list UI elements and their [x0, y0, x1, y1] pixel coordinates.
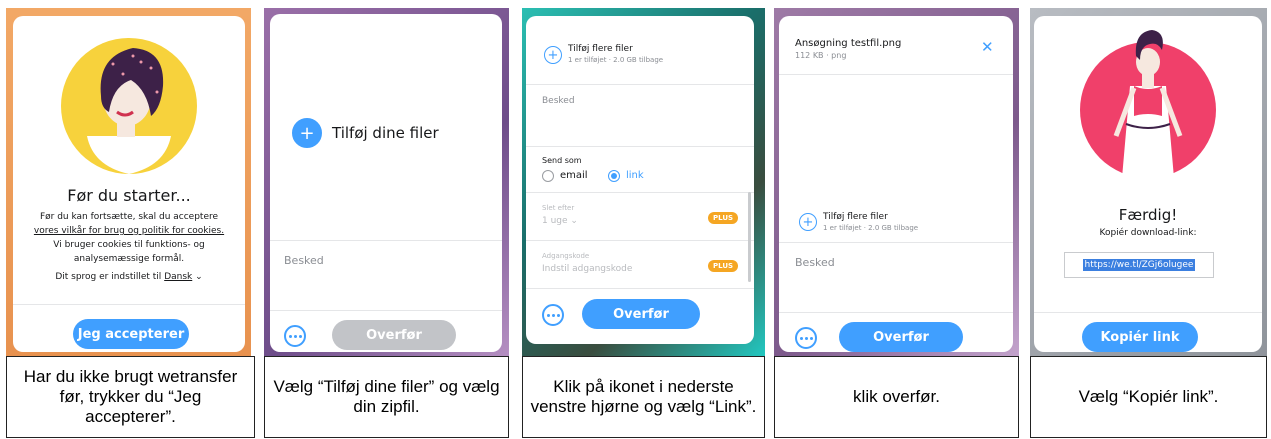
chevron-down-icon[interactable]: ⌄ [195, 272, 203, 282]
password-input[interactable]: Indstil adgangskode [542, 264, 632, 274]
woman-illustration [61, 38, 197, 174]
scrollbar[interactable] [748, 192, 751, 282]
copy-link-button[interactable]: Kopiér link [1082, 322, 1198, 352]
divider [270, 310, 502, 311]
divider [1034, 312, 1262, 313]
divider [779, 74, 1013, 75]
send-as-label: Send som [542, 156, 582, 165]
divider [526, 240, 754, 241]
radio-email-label[interactable]: email [560, 170, 588, 181]
transfer-button[interactable]: Overfør [839, 322, 963, 352]
expires-select[interactable]: 1 uge ⌄ [542, 216, 578, 226]
radio-email[interactable] [542, 170, 554, 182]
panel-file-added: Ansøgning testfil.png 112 KB · png ✕ + T… [774, 8, 1019, 356]
add-files-label[interactable]: Tilføj dine filer [332, 124, 439, 142]
radio-link[interactable] [608, 170, 620, 182]
caption-4: klik overfør. [774, 356, 1019, 438]
expires-label: Slet efter [542, 204, 575, 212]
language-link[interactable]: Dansk [164, 272, 192, 282]
chevron-down-icon[interactable]: ⌄ [570, 216, 578, 226]
download-link-field[interactable]: https://we.tl/ZGj6olugee [1064, 252, 1214, 278]
woman-illustration [1080, 30, 1216, 178]
plus-badge: PLUS [708, 212, 739, 224]
consent-title: Før du starter... [67, 186, 191, 205]
consent-line: Før du kan fortsætte, skal du acceptere [39, 212, 219, 222]
message-field[interactable]: Besked [284, 254, 324, 267]
divider [526, 288, 754, 289]
divider [270, 240, 502, 241]
remove-file-icon[interactable]: ✕ [981, 38, 994, 56]
accept-button[interactable]: Jeg accepterer [73, 319, 189, 349]
language-prefix: Dit sprog er indstillet til [55, 272, 162, 282]
panel-add-files: + Tilføj dine filer Besked Overfør [264, 8, 509, 356]
add-more-label[interactable]: Tilføj flere filer [823, 212, 888, 222]
panel-done: Færdig! Kopiér download-link: https://we… [1030, 8, 1267, 356]
done-subtitle: Kopiér download-link: [1099, 228, 1197, 238]
add-more-icon[interactable]: + [544, 46, 562, 64]
transfer-button[interactable]: Overfør [332, 320, 456, 350]
plus-badge: PLUS [708, 260, 739, 272]
divider [526, 146, 754, 147]
language-setting: Dit sprog er indstillet til Dansk ⌄ [13, 272, 245, 282]
consent-line: Vi bruger cookies til funktions- og [53, 240, 205, 250]
divider [13, 304, 245, 305]
caption-1: Har du ikke brugt wetransfer før, trykke… [6, 356, 255, 438]
consent-text: Før du kan fortsætte, skal du acceptere … [13, 210, 245, 266]
divider [779, 312, 1013, 313]
file-meta: 112 KB · png [795, 51, 847, 60]
upload-card: Ansøgning testfil.png 112 KB · png ✕ + T… [779, 16, 1013, 352]
divider [779, 242, 1013, 243]
panel-send-options: + Tilføj flere filer 1 er tilføjet · 2.0… [522, 8, 765, 356]
add-more-label[interactable]: Tilføj flere filer [568, 44, 633, 54]
consent-line: analysemæssige formål. [73, 254, 185, 264]
more-options-icon[interactable] [795, 327, 817, 349]
divider [526, 84, 754, 85]
caption-5: Vælg “Kopiér link”. [1030, 356, 1267, 438]
transfer-button[interactable]: Overfør [582, 299, 700, 329]
consent-card: Før du starter... Før du kan fortsætte, … [13, 16, 245, 352]
options-card: + Tilføj flere filer 1 er tilføjet · 2.0… [526, 16, 754, 344]
add-more-sub: 1 er tilføjet · 2.0 GB tilbage [568, 56, 664, 64]
expires-value[interactable]: 1 uge [542, 216, 568, 226]
done-title: Færdig! [1118, 206, 1178, 224]
password-label: Adgangskode [542, 252, 590, 260]
caption-2: Vælg “Tilføj dine filer” og vælg din zip… [264, 356, 509, 438]
file-name: Ansøgning testfil.png [795, 38, 902, 49]
add-more-sub: 1 er tilføjet · 2.0 GB tilbage [823, 224, 919, 232]
radio-link-label[interactable]: link [626, 170, 644, 181]
caption-3: Klik på ikonet i nederste venstre hjørne… [522, 356, 765, 438]
message-field[interactable]: Besked [542, 96, 575, 106]
download-link[interactable]: https://we.tl/ZGj6olugee [1082, 259, 1196, 271]
divider [526, 192, 754, 193]
more-options-icon[interactable] [284, 325, 306, 347]
consent-line: vores vilkår for brug og politik for coo… [33, 226, 225, 236]
panel-cookie-consent: Før du starter... Før du kan fortsætte, … [6, 8, 251, 356]
add-files-icon[interactable]: + [292, 118, 322, 148]
add-more-icon[interactable]: + [799, 213, 817, 231]
done-card: Færdig! Kopiér download-link: https://we… [1034, 16, 1262, 352]
upload-card: + Tilføj dine filer Besked Overfør [270, 14, 502, 352]
message-field[interactable]: Besked [795, 256, 835, 269]
more-options-icon[interactable] [542, 304, 564, 326]
